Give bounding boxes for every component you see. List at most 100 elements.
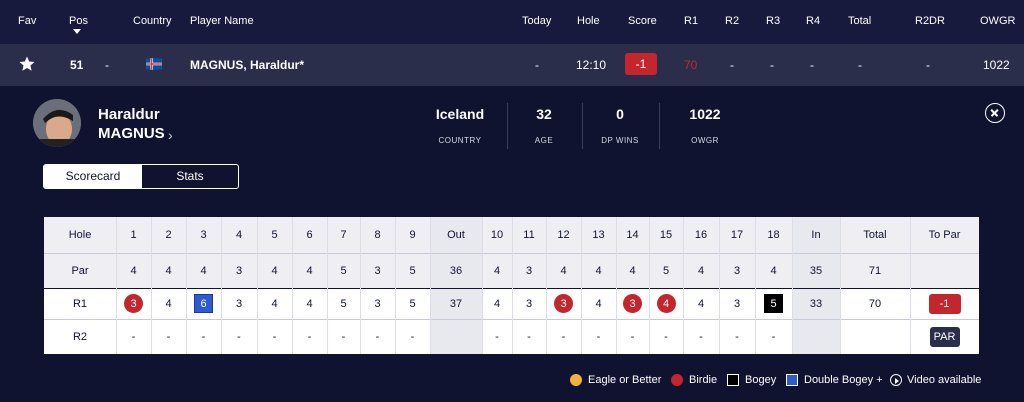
hole-number: 7: [340, 229, 347, 241]
bogey-marker: 5: [764, 294, 783, 313]
double-bogey-square-icon: [786, 374, 798, 386]
legend-video: Video available: [890, 372, 981, 388]
col-divider: [649, 217, 650, 354]
birdie-marker: 4: [656, 294, 676, 313]
col-divider: [186, 217, 187, 354]
col-divider: [430, 217, 431, 354]
round-score: 3: [374, 297, 381, 310]
stat-owgr-value: 1022: [689, 106, 721, 122]
round-score: 3: [235, 297, 243, 310]
favorite-star-icon[interactable]: [18, 55, 36, 73]
par-value: 3: [733, 264, 741, 277]
chevron-right-icon[interactable]: ›: [168, 127, 173, 143]
hole-number: 1: [130, 229, 137, 241]
col-total[interactable]: Total: [848, 15, 871, 27]
player-name-link[interactable]: MAGNUS, Haraldur*: [190, 58, 304, 72]
player-r3: -: [770, 58, 774, 72]
close-icon[interactable]: [985, 103, 1005, 123]
topar-red-marker: -1: [928, 293, 961, 314]
stat-country-label: COUNTRY: [438, 136, 482, 145]
round-score: 3: [525, 297, 533, 310]
hole-number: Out: [430, 217, 482, 253]
hole-number: 18: [767, 229, 780, 241]
leaderboard-header: Fav Pos Country Player Name Today Hole S…: [0, 0, 1024, 44]
hole-number: In: [792, 217, 840, 253]
par-value: 4: [271, 264, 278, 277]
round-score: -: [201, 330, 206, 343]
round-score: 5: [409, 297, 416, 310]
hole-number: 3: [200, 229, 207, 241]
hole-number: 8: [374, 229, 381, 241]
col-r4[interactable]: R4: [806, 15, 820, 27]
hole-number: 10: [490, 229, 504, 241]
stat-owgr-label: OWGR: [691, 136, 719, 145]
hole-number: 4: [235, 229, 243, 241]
col-divider: [546, 217, 547, 354]
topar-par-marker: PAR: [929, 326, 960, 347]
par-value: 3: [235, 264, 243, 277]
tab-scorecard[interactable]: Scorecard: [44, 165, 142, 188]
hole-number: 15: [659, 229, 673, 241]
col-player-name[interactable]: Player Name: [190, 15, 254, 27]
divider: [582, 103, 583, 149]
round-score: -1: [910, 288, 979, 319]
sort-down-icon[interactable]: [73, 29, 81, 34]
par-value: [910, 253, 979, 288]
round-score: 70: [868, 297, 882, 310]
legend-double-bogey-label: Double Bogey +: [804, 374, 883, 386]
round-score: -: [735, 330, 739, 343]
player-first-name[interactable]: Haraldur: [98, 106, 160, 123]
round-score: 3: [116, 288, 151, 319]
round-score: -: [375, 330, 380, 343]
col-divider: [327, 217, 328, 354]
col-hole[interactable]: Hole: [577, 15, 600, 27]
round-score: PAR: [910, 319, 979, 354]
tab-stats[interactable]: Stats: [142, 165, 238, 188]
round-score: 4: [493, 297, 501, 310]
play-icon: [890, 374, 902, 386]
row-label: R1: [72, 297, 88, 310]
hole-number: 17: [730, 229, 744, 241]
par-value: 5: [662, 264, 670, 277]
round-score: 6: [186, 288, 221, 319]
col-divider: [116, 217, 117, 354]
hole-number: 11: [523, 229, 535, 241]
col-r1[interactable]: R1: [684, 15, 698, 27]
col-r2dr[interactable]: R2DR: [915, 15, 945, 27]
round-score: 3: [733, 297, 741, 310]
col-today[interactable]: Today: [522, 15, 551, 27]
round-score: 3: [616, 288, 649, 319]
player-score-badge: -1: [625, 53, 657, 75]
hole-number: To Par: [928, 229, 961, 241]
col-r3[interactable]: R3: [766, 15, 780, 27]
par-value: 3: [525, 264, 533, 277]
col-country[interactable]: Country: [133, 15, 172, 27]
iceland-flag-icon: [146, 58, 162, 70]
player-hole: 12:10: [576, 58, 607, 72]
stat-dp-wins-label: DP WINS: [601, 136, 639, 145]
round-score: -: [596, 330, 601, 343]
round-score: -: [341, 330, 346, 343]
col-r2[interactable]: R2: [725, 15, 739, 27]
par-value: 5: [340, 264, 347, 277]
stat-country-value: Iceland: [435, 106, 485, 122]
player-avatar: [33, 99, 81, 147]
col-pos[interactable]: Pos: [69, 15, 88, 27]
round-score: -: [495, 330, 499, 343]
col-divider: [292, 217, 293, 354]
round-score: -: [131, 330, 136, 343]
col-divider: [755, 217, 756, 354]
col-score[interactable]: Score: [628, 15, 657, 27]
hole-number: 6: [306, 229, 313, 241]
col-fav[interactable]: Fav: [18, 15, 36, 27]
round-score: -: [699, 330, 703, 343]
player-pos: 51: [70, 58, 84, 72]
round-score: 4: [165, 297, 172, 310]
col-owgr[interactable]: OWGR: [980, 15, 1015, 27]
round-score: 4: [649, 288, 683, 319]
stat-age-label: AGE: [534, 136, 554, 145]
birdie-dot-icon: [671, 374, 683, 386]
col-divider: [360, 217, 361, 354]
player-last-name[interactable]: MAGNUS: [98, 125, 165, 142]
par-value: 71: [868, 264, 882, 277]
